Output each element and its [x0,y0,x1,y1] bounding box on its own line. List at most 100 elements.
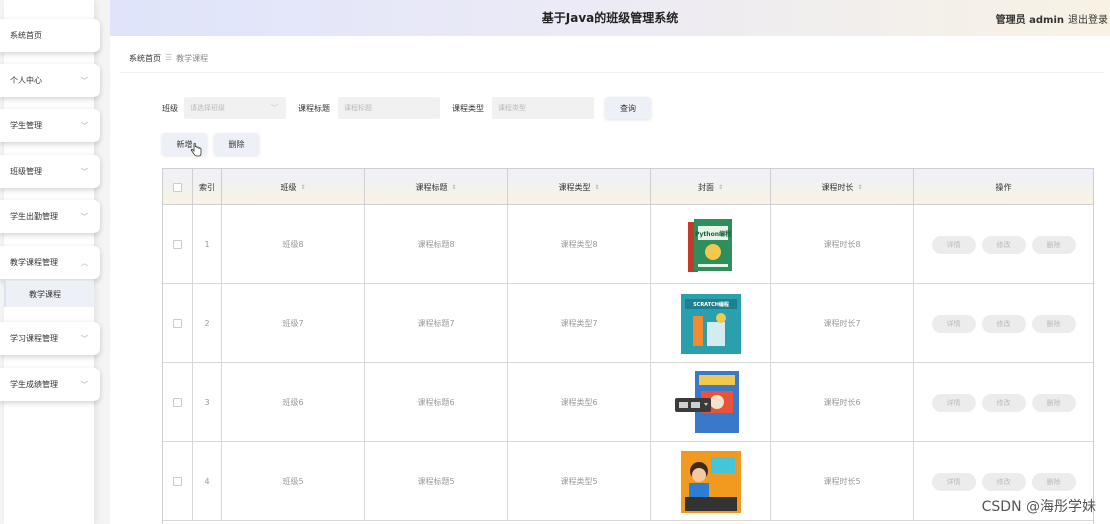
page: 系统首页 个人中心 ﹀ 学生管理 ﹀ 班级管理 ﹀ 学生出勤管理 ﹀ 教学课程管… [0,0,1110,524]
breadcrumb: 系统首页 ☰ 教学课程 [129,53,208,64]
sort-icon: ⇕ [857,183,863,191]
class-select-placeholder: 请选择班级 [190,104,225,112]
submenu-item-label: 教学课程 [29,289,61,299]
column-header-duration[interactable]: 课程时长 ⇕ [771,169,914,205]
cover-text: Python编程 [695,230,731,238]
select-all-cell [163,169,193,205]
index-cell: 2 [193,284,222,363]
duration-cell: 课程时长6 [771,363,914,442]
sidebar-item-classes[interactable]: 班级管理 ﹀ [0,155,100,188]
row-select-cell [163,205,193,284]
title-cell: 课程标题6 [365,363,508,442]
column-header-cover[interactable]: 封面 ⇕ [651,169,771,205]
cover-cell [651,442,771,521]
course-table: 索引 班级 ⇕ 课程标题 ⇕ 课程类型 ⇕ 封面 ⇕ 课程时长 ⇕ 操作 1 班… [162,168,1094,524]
title-input[interactable]: 课程标题 [338,97,440,119]
sidebar-item-home[interactable]: 系统首页 [0,19,100,52]
sidebar-item-grades[interactable]: 学生成绩管理 ﹀ [0,368,100,401]
sidebar-item-label: 学生出勤管理 [10,212,58,221]
table-header: 索引 班级 ⇕ 课程标题 ⇕ 课程类型 ⇕ 封面 ⇕ 课程时长 ⇕ 操作 [163,169,1093,205]
chevron-down-icon: ﹀ [81,381,88,389]
chevron-up-icon: ︿ [81,259,88,267]
submenu-item-teaching-course[interactable]: 教学课程 [4,281,94,307]
logout-link[interactable]: 退出登录 [1068,11,1108,26]
sidebar-item-label: 学生管理 [10,121,42,130]
column-header-label: 课程时长 [821,182,854,192]
hand-cursor-icon [190,143,202,157]
cover-image[interactable] [680,450,741,513]
sidebar-item-students[interactable]: 学生管理 ﹀ [0,109,100,142]
cover-image[interactable]: Python编程 [682,216,740,274]
chevron-down-icon: ﹀ [81,122,88,130]
sort-icon: ⇕ [451,183,457,191]
current-user: 管理员 admin [995,15,1064,26]
delete-button[interactable]: 删除 [1031,235,1076,254]
edit-button[interactable]: 修改 [981,393,1026,412]
index-cell: 1 [193,205,222,284]
sidebar-item-learning-courses[interactable]: 学习课程管理 ﹀ [0,322,100,355]
type-cell: 课程类型5 [508,442,651,521]
sidebar-item-label: 教学课程管理 [10,258,58,267]
delete-button[interactable]: 删除 [1031,314,1076,333]
title-cell: 课程标题7 [365,284,508,363]
sidebar-item-label: 班级管理 [10,167,42,176]
sidebar-item-attendance[interactable]: 学生出勤管理 ﹀ [0,200,100,233]
index-cell: 4 [193,442,222,521]
sidebar-item-label: 系统首页 [10,31,42,40]
breadcrumb-home[interactable]: 系统首页 [129,53,161,64]
chevron-down-icon: ﹀ [81,213,88,221]
edit-button[interactable]: 修改 [981,314,1026,333]
table-row: 3 班级6 课程标题6 课程类型6 课程时长6 详情 修改 删除 [163,363,1093,442]
table-row: 1 班级8 课程标题8 课程类型8 Python编程 课程时长8 详情 修改 删… [163,205,1093,284]
row-checkbox[interactable] [173,319,182,328]
detail-button[interactable]: 详情 [931,235,976,254]
sidebar-item-label: 学生成绩管理 [10,380,58,389]
title-cell: 课程标题8 [365,205,508,284]
chevron-down-icon: ﹀ [81,335,88,343]
chevron-down-icon: ﹀ [271,104,278,112]
query-button[interactable]: 查询 [605,97,651,119]
column-header-title[interactable]: 课程标题 ⇕ [365,169,508,205]
sidebar-item-profile[interactable]: 个人中心 ﹀ [0,64,100,97]
detail-button[interactable]: 详情 [931,472,976,491]
cover-image[interactable]: SCRATCH编程 [680,293,741,354]
sidebar: 系统首页 个人中心 ﹀ 学生管理 ﹀ 班级管理 ﹀ 学生出勤管理 ﹀ 教学课程管… [0,0,110,524]
type-input[interactable]: 课程类型 [492,97,594,119]
class-cell: 班级6 [222,363,365,442]
detail-button[interactable]: 详情 [931,314,976,333]
column-header-class[interactable]: 班级 ⇕ [222,169,365,205]
cover-image[interactable] [674,370,747,435]
duration-cell: 课程时长7 [771,284,914,363]
row-checkbox[interactable] [173,398,182,407]
edit-button[interactable]: 修改 [981,235,1026,254]
row-select-cell [163,284,193,363]
column-header-label: 课程类型 [558,182,591,192]
select-all-checkbox[interactable] [173,182,182,192]
type-cell: 课程类型6 [508,363,651,442]
column-header-label: 班级 [280,182,297,192]
title-input-placeholder: 课程标题 [344,104,372,112]
delete-button[interactable]: 删除 [1031,393,1076,412]
detail-button[interactable]: 详情 [931,393,976,412]
row-select-cell [163,363,193,442]
row-checkbox[interactable] [173,240,182,249]
class-cell: 班级5 [222,442,365,521]
chevron-down-icon: ﹀ [81,168,88,176]
delete-button[interactable]: 删除 [1031,472,1076,491]
table-row: 4 班级5 课程标题5 课程类型5 课程时长5 详情 修改 删除 [163,442,1093,521]
watermark: CSDN @海彤学妹 [981,499,1096,515]
title-filter-label: 课程标题 [298,104,330,113]
column-header-ops: 操作 [914,169,1093,205]
row-checkbox[interactable] [173,477,182,486]
index-cell: 3 [193,363,222,442]
sidebar-item-label: 个人中心 [10,76,42,85]
class-select[interactable]: 请选择班级 ﹀ [184,97,286,119]
sort-icon: ⇕ [300,183,306,191]
edit-button[interactable]: 修改 [981,472,1026,491]
batch-delete-button[interactable]: 删除 [214,133,259,155]
duration-cell: 课程时长5 [771,442,914,521]
sidebar-item-teaching-courses[interactable]: 教学课程管理 ︿ [0,246,100,279]
duration-cell: 课程时长8 [771,205,914,284]
column-header-type[interactable]: 课程类型 ⇕ [508,169,651,205]
class-cell: 班级7 [222,284,365,363]
